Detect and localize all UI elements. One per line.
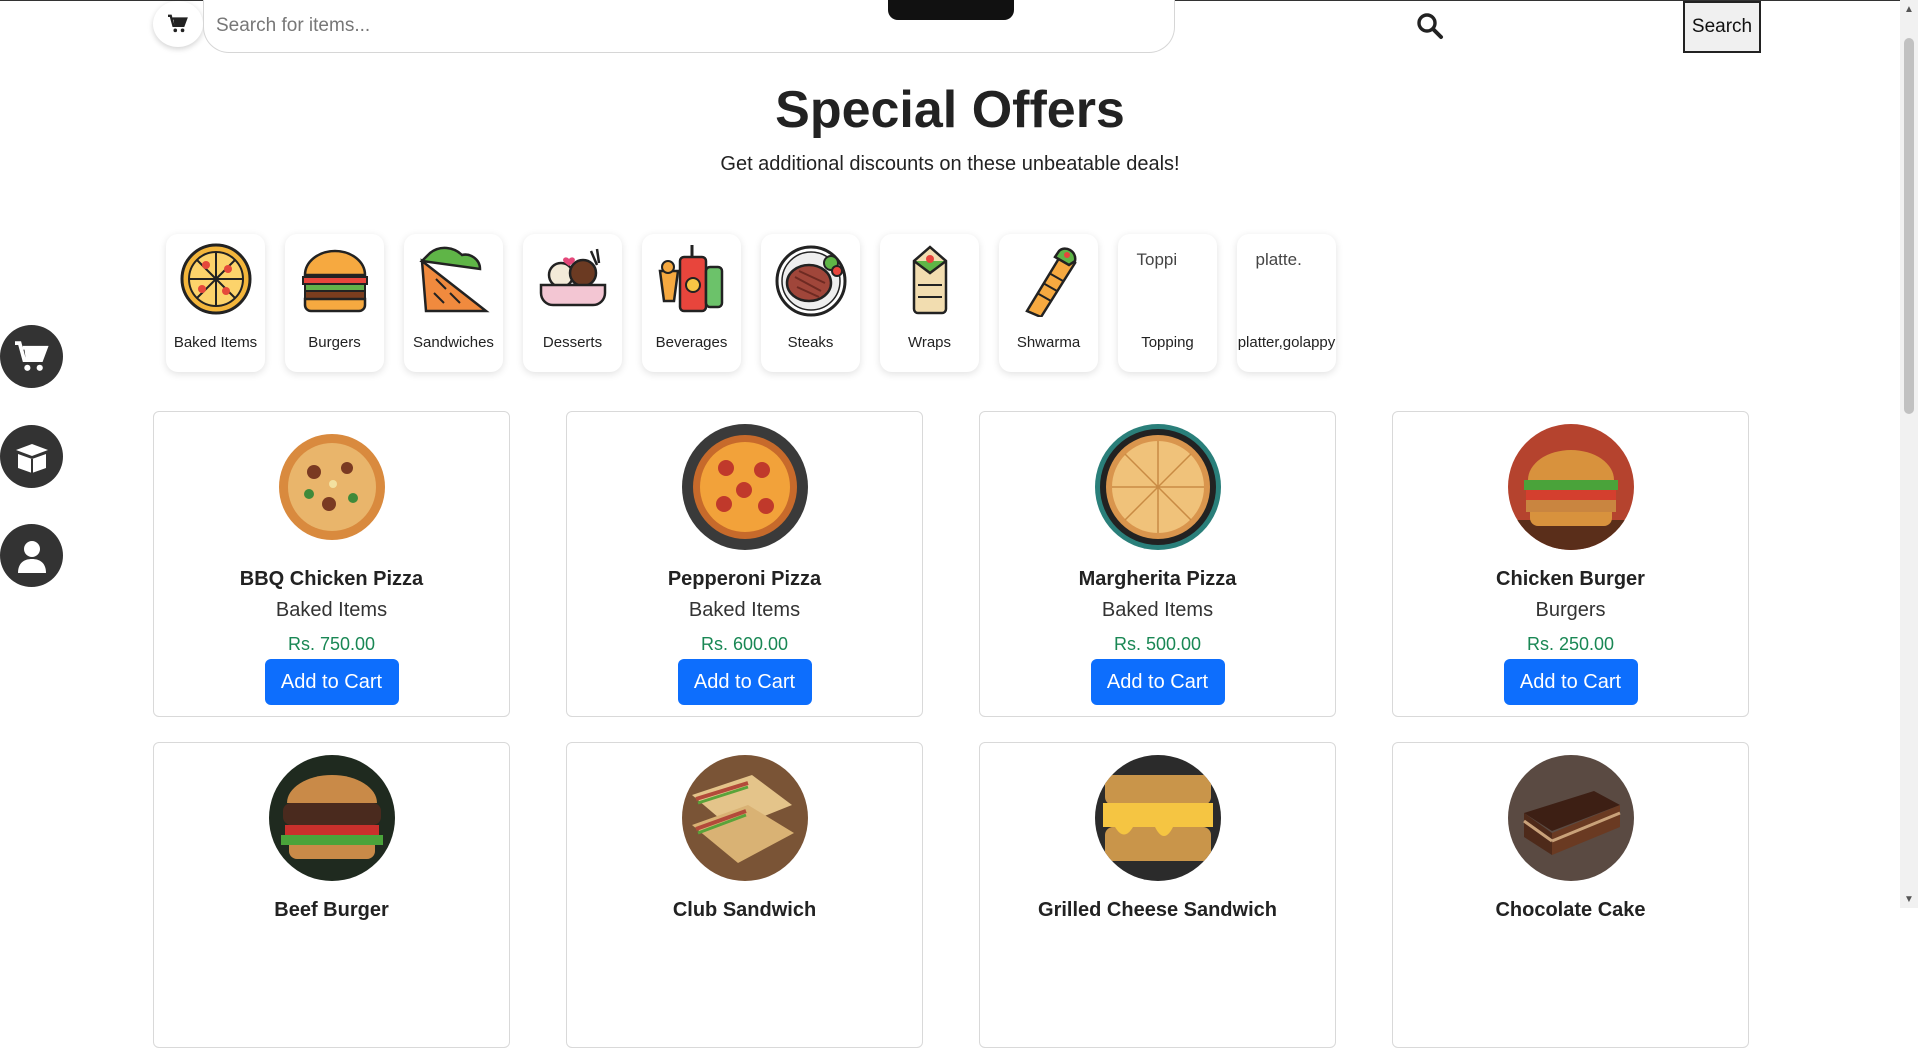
product-name: Grilled Cheese Sandwich [1038,899,1277,921]
category-burgers[interactable]: Burgers [285,234,384,372]
image-alt-text: platte. [1255,250,1302,269]
product-price: Rs. 500.00 [1113,634,1202,654]
pizza-icon [177,240,255,318]
product-card: BBQ Chicken Pizza Baked Items Rs. 750.00… [153,411,510,717]
burger-icon [296,240,374,318]
product-name: BBQ Chicken Pizza [239,568,424,590]
side-orders-button[interactable] [0,425,63,488]
beverage-icon [653,240,731,318]
category-baked-items[interactable]: Baked Items [166,234,265,372]
category-label: Beverages [655,334,728,351]
search-field[interactable] [203,0,1175,53]
product-name: Beef Burger [274,899,389,921]
add-to-cart-button[interactable]: Add to Cart [1090,659,1225,705]
scroll-thumb[interactable] [1904,38,1914,414]
category-shwarma[interactable]: Shwarma [999,234,1098,372]
broken-image-icon: Toppi [1129,240,1207,318]
club-sandwich-image [681,755,808,881]
cart-icon [168,14,188,33]
product-name: Club Sandwich [672,899,817,921]
product-card: Grilled Cheese Sandwich [979,742,1336,1048]
beef-burger-image [268,755,395,881]
camera-notch [888,0,1014,20]
search-icon[interactable] [1416,12,1444,40]
grilled-cheese-sandwich-image [1094,755,1221,881]
product-name: Chicken Burger [1496,568,1645,590]
product-price: Rs. 600.00 [700,634,789,654]
add-to-cart-button[interactable]: Add to Cart [1503,659,1638,705]
category-topping[interactable]: Toppi Topping [1118,234,1217,372]
category-label: Steaks [787,334,834,351]
search-input[interactable] [216,15,1162,37]
add-to-cart-button[interactable]: Add to Cart [264,659,399,705]
product-category: Baked Items [1101,599,1214,621]
product-name: Pepperoni Pizza [667,568,822,590]
product-card: Club Sandwich [566,742,923,1048]
steak-icon [772,240,850,318]
product-name: Chocolate Cake [1495,899,1646,921]
category-label: Wraps [907,334,952,351]
side-profile-button[interactable] [0,524,63,587]
product-card: Chocolate Cake [1392,742,1749,1048]
category-sandwiches[interactable]: Sandwiches [404,234,503,372]
page-title: Special Offers [775,81,1125,139]
page-subtitle: Get additional discounts on these unbeat… [720,153,1180,175]
category-label: Shwarma [1016,334,1081,351]
category-beverages[interactable]: Beverages [642,234,741,372]
product-category: Baked Items [688,599,801,621]
box-open-icon [15,443,48,473]
category-label: platter,golappy [1237,334,1336,351]
product-price: Rs. 750.00 [287,634,376,654]
product-card: Chicken Burger Burgers Rs. 250.00 Add to… [1392,411,1749,717]
bbq-chicken-pizza-image [268,424,395,550]
cart-button[interactable] [153,1,203,47]
chicken-burger-image [1507,424,1634,550]
product-category: Burgers [1535,599,1606,621]
category-wraps[interactable]: Wraps [880,234,979,372]
dessert-icon [534,240,612,318]
scrollbar[interactable]: ▲ ▼ [1900,0,1918,908]
scroll-up-arrow-icon[interactable]: ▲ [1904,5,1914,15]
add-to-cart-button[interactable]: Add to Cart [677,659,812,705]
category-list: Baked Items Burgers Sandwiches Desserts … [166,234,1336,372]
image-alt-text: Toppi [1136,250,1178,269]
category-label: Burgers [308,334,361,351]
chocolate-cake-image [1507,755,1634,881]
pepperoni-pizza-image [681,424,808,550]
search-button[interactable]: Search [1683,1,1761,53]
sandwich-icon [415,240,493,318]
product-category: Baked Items [275,599,388,621]
cart-icon [14,340,49,371]
category-steaks[interactable]: Steaks [761,234,860,372]
category-platter[interactable]: platte. platter,golappy [1237,234,1336,372]
product-card: Margherita Pizza Baked Items Rs. 500.00 … [979,411,1336,717]
product-card: Pepperoni Pizza Baked Items Rs. 600.00 A… [566,411,923,717]
product-grid: BBQ Chicken Pizza Baked Items Rs. 750.00… [153,411,1749,1048]
category-desserts[interactable]: Desserts [523,234,622,372]
category-label: Topping [1141,334,1194,351]
broken-image-icon: platte. [1248,240,1326,318]
product-card: Beef Burger [153,742,510,1048]
shwarma-icon [1010,240,1088,318]
category-label: Desserts [542,334,603,351]
category-label: Baked Items [173,334,258,351]
category-label: Sandwiches [413,334,494,351]
user-icon [17,540,46,573]
product-price: Rs. 250.00 [1526,634,1615,654]
side-cart-button[interactable] [0,325,63,388]
product-name: Margherita Pizza [1078,568,1237,590]
scroll-down-arrow-icon[interactable]: ▼ [1904,895,1914,905]
margherita-pizza-image [1094,424,1221,550]
wrap-icon [891,240,969,318]
